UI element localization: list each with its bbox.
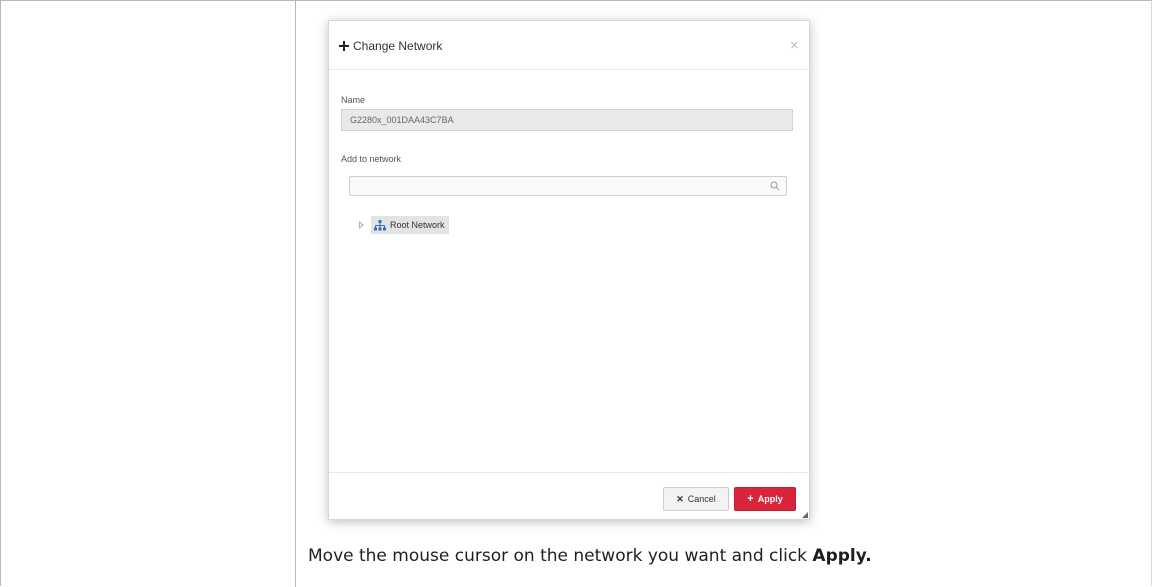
name-field: G2280x_001DAA43C7BA [341,109,793,131]
instruction-caption: Move the mouse cursor on the network you… [308,546,872,566]
apply-button[interactable]: + Apply [734,487,796,511]
x-icon: ✕ [676,493,684,504]
name-label: Name [341,95,366,105]
change-network-dialog: Change Network ✕ Name G2280x_001DAA43C7B… [328,20,810,520]
tree-item-label: Root Network [390,220,445,230]
column-divider [295,0,296,587]
apply-button-label: Apply [757,494,783,504]
expand-arrow-icon[interactable] [359,221,364,229]
caption-text: Move the mouse cursor on the network you… [308,546,813,566]
network-icon [374,219,386,230]
resize-handle-icon[interactable] [802,512,808,518]
cancel-button-label: Cancel [687,494,716,504]
plus-icon: + [747,492,754,505]
network-search-box [349,176,787,196]
close-icon[interactable]: ✕ [790,39,799,52]
dialog-title-row: Change Network [339,39,442,53]
dialog-header: Change Network ✕ [329,21,809,70]
tree-item-chip[interactable]: Root Network [371,216,449,234]
add-to-network-label: Add to network [341,154,402,164]
network-search-input[interactable] [350,177,772,195]
search-icon[interactable] [770,181,780,191]
caption-bold: Apply. [812,546,872,566]
plus-icon [339,41,349,51]
dialog-title: Change Network [353,39,443,53]
dialog-footer: ✕ Cancel + Apply [329,472,809,520]
cancel-button[interactable]: ✕ Cancel [663,487,729,511]
tree-item-root-network[interactable]: Root Network [359,216,449,234]
